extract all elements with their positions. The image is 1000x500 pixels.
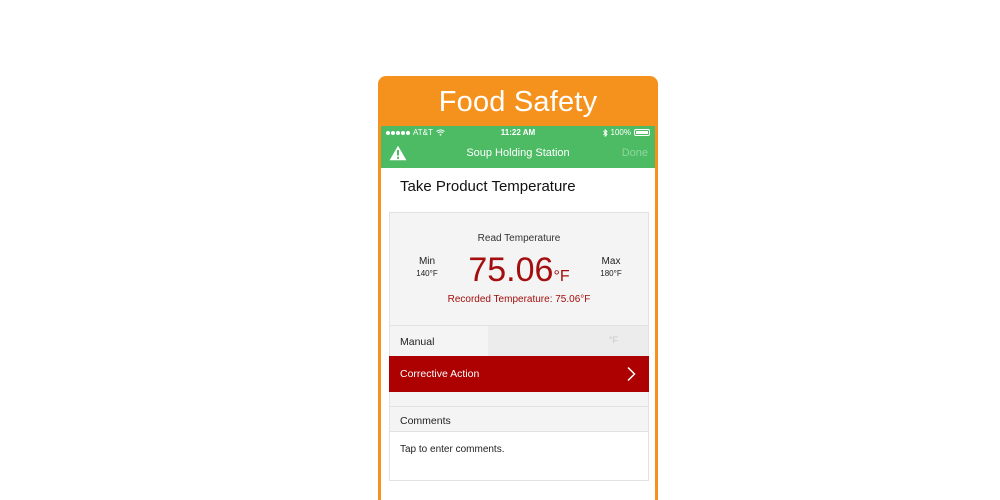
max-value: 180°F	[600, 269, 622, 278]
temperature-unit: °F	[553, 268, 570, 285]
page-title: Take Product Temperature	[400, 178, 576, 195]
corrective-action-label: Corrective Action	[400, 368, 480, 380]
battery-label: 100%	[610, 128, 631, 137]
comments-label: Comments	[390, 407, 648, 432]
app-frame: Food Safety AT&T 11:22 AM 100% Soup Hold…	[378, 76, 658, 500]
manual-row: Manual °F	[390, 325, 648, 357]
nav-bar: Soup Holding Station Done	[381, 140, 655, 168]
status-bar: AT&T 11:22 AM 100%	[381, 126, 655, 140]
temperature-card: Read Temperature Min 140°F 75.06°F Max 1…	[389, 212, 649, 408]
phone-screen: AT&T 11:22 AM 100% Soup Holding Station …	[381, 126, 655, 500]
corrective-action-button[interactable]: Corrective Action	[389, 356, 649, 392]
manual-unit: °F	[608, 335, 618, 345]
nav-title: Soup Holding Station	[466, 147, 570, 159]
chevron-right-icon	[627, 366, 636, 382]
battery-icon	[634, 129, 650, 136]
recorded-temperature: Recorded Temperature: 75.06°F	[447, 294, 591, 305]
manual-temperature-input[interactable]	[488, 326, 648, 357]
max-block: Max 180°F	[586, 256, 636, 278]
status-right: 100%	[602, 128, 650, 137]
temperature-value: 75.06	[468, 251, 554, 289]
read-temperature-label: Read Temperature	[477, 233, 561, 244]
max-label: Max	[601, 256, 621, 267]
done-button[interactable]: Done	[622, 147, 648, 159]
frame-title: Food Safety	[438, 86, 598, 118]
manual-label: Manual	[400, 336, 435, 348]
bluetooth-icon	[602, 128, 608, 137]
comments-field[interactable]: Tap to enter comments.	[390, 432, 648, 455]
comments-card: Comments Tap to enter comments.	[389, 406, 649, 481]
